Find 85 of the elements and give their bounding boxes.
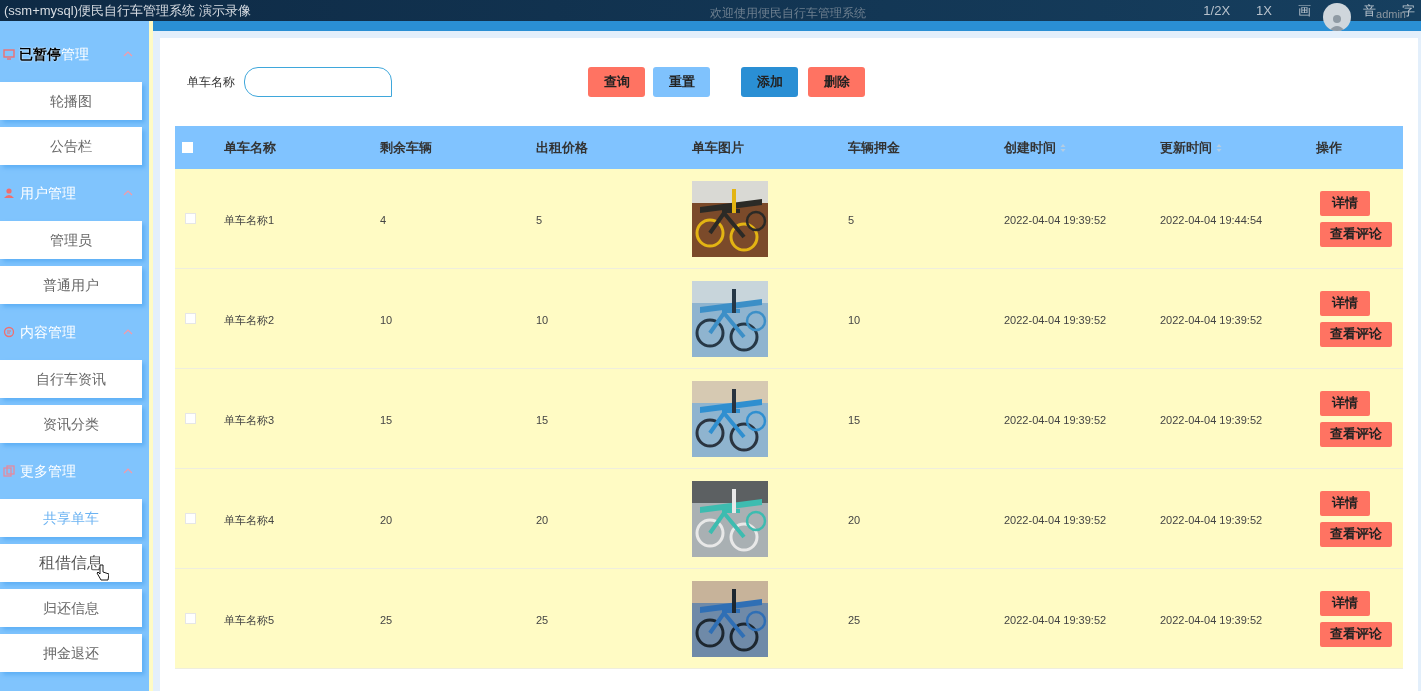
table-cell: 2022-04-04 19:39:52 [1004, 413, 1107, 426]
menu-group-title: 内容管理 [20, 322, 76, 342]
column-header[interactable]: 更新时间 [1160, 137, 1212, 158]
table-cell: 10 [848, 313, 861, 326]
details-button[interactable]: 详情 [1320, 590, 1370, 616]
table-cell: 15 [380, 413, 393, 426]
field-label: 单车名称 [187, 74, 235, 91]
table-cell: 10 [536, 313, 549, 326]
table-cell: 2022-04-04 19:39:52 [1004, 513, 1107, 526]
table-cell: 15 [536, 413, 549, 426]
checkbox[interactable] [185, 313, 196, 324]
checkbox[interactable] [185, 213, 196, 224]
column-header: 单车名称 [224, 138, 276, 157]
table-cell: 2022-04-04 19:39:52 [1160, 513, 1263, 526]
chat-icon [3, 326, 15, 338]
table-cell: 2022-04-04 19:39:52 [1160, 313, 1263, 326]
table-cell: 2022-04-04 19:39:52 [1004, 313, 1107, 326]
search-field[interactable] [244, 67, 392, 97]
table-cell: 10 [380, 313, 393, 326]
player-control[interactable]: 画 [1298, 0, 1311, 21]
paused-label: 已暂停 [19, 44, 61, 64]
table-cell: 单车名称5 [224, 613, 275, 626]
table-cell: 2022-04-04 19:39:52 [1160, 413, 1263, 426]
menu-item[interactable]: 轮播图 [0, 82, 142, 120]
table-cell: 2022-04-04 19:39:52 [1004, 213, 1107, 226]
table-cell: 25 [380, 613, 393, 626]
menu-item[interactable]: 资讯分类 [0, 405, 142, 443]
add-button[interactable]: 添加 [741, 67, 798, 97]
details-button[interactable]: 详情 [1320, 490, 1370, 516]
comments-button[interactable]: 查看评论 [1320, 421, 1392, 447]
menu-item[interactable]: 押金退还 [0, 634, 142, 672]
table-cell: 单车名称1 [224, 213, 275, 226]
table-cell: 单车名称2 [224, 313, 275, 326]
table-cell: 单车名称3 [224, 413, 275, 426]
table-cell: 2022-04-04 19:39:52 [1004, 613, 1107, 626]
menu-item[interactable]: 归还信息 [0, 589, 142, 627]
checkbox[interactable] [182, 142, 193, 153]
copy-icon [3, 465, 15, 477]
comments-button[interactable]: 查看评论 [1320, 321, 1392, 347]
checkbox[interactable] [185, 613, 196, 624]
menu-item[interactable]: 管理员 [0, 221, 142, 259]
menu-item[interactable]: 公告栏 [0, 127, 142, 165]
table-cell: 单车名称4 [224, 513, 275, 526]
query-button[interactable]: 查询 [588, 67, 645, 97]
checkbox[interactable] [185, 413, 196, 424]
comments-button[interactable]: 查看评论 [1320, 521, 1392, 547]
comments-button[interactable]: 查看评论 [1320, 621, 1392, 647]
menu-group-title: 管理 [61, 44, 89, 64]
table-cell: 15 [848, 413, 861, 426]
table-cell: 2022-04-04 19:44:54 [1160, 213, 1263, 226]
details-button[interactable]: 详情 [1320, 190, 1370, 216]
column-header[interactable]: 创建时间 [1004, 137, 1056, 158]
table-cell: 2022-04-04 19:39:52 [1160, 613, 1263, 626]
welcome-text: 欢迎使用便民自行车管理系统 [710, 5, 866, 22]
delete-button[interactable]: 删除 [808, 67, 865, 97]
menu-item[interactable]: 普通用户 [0, 266, 142, 304]
reset-button[interactable]: 重置 [653, 67, 710, 97]
table-cell: 5 [536, 213, 543, 226]
details-button[interactable]: 详情 [1320, 290, 1370, 316]
video-title: (ssm+mysql)便民自行车管理系统 演示录像 [4, 1, 251, 20]
table-cell: 5 [848, 213, 855, 226]
comments-button[interactable]: 查看评论 [1320, 221, 1392, 247]
player-control[interactable]: 1X [1256, 0, 1272, 21]
table-cell: 25 [536, 613, 549, 626]
column-header: 单车图片 [692, 138, 744, 157]
menu-item[interactable]: 自行车资讯 [0, 360, 142, 398]
column-header: 剩余车辆 [380, 138, 432, 157]
details-button[interactable]: 详情 [1320, 390, 1370, 416]
table-cell: 20 [536, 513, 549, 526]
column-header: 车辆押金 [848, 138, 900, 157]
player-control[interactable]: 音 [1363, 0, 1376, 21]
menu-group-title: 更多管理 [20, 461, 76, 481]
table-cell: 4 [380, 213, 387, 226]
table-cell: 20 [380, 513, 393, 526]
table-cell: 20 [848, 513, 861, 526]
user-icon [3, 187, 15, 199]
table-cell: 25 [848, 613, 861, 626]
menu-group-header[interactable]: 已暂停管理 [0, 33, 149, 75]
avatar-icon [1323, 2, 1351, 31]
monitor-icon [3, 48, 15, 60]
checkbox[interactable] [185, 513, 196, 524]
player-control[interactable]: 1/2X [1203, 0, 1231, 21]
menu-group-title: 用户管理 [20, 183, 76, 203]
column-header: 出租价格 [536, 138, 588, 157]
column-header: 操作 [1316, 138, 1342, 157]
